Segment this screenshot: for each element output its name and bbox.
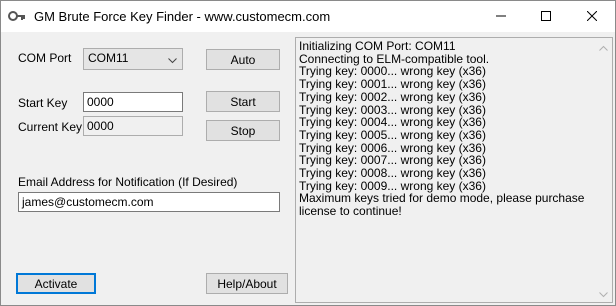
log-line: Trying key: 0005... wrong key (x36)	[299, 127, 486, 142]
log-line: Trying key: 0002... wrong key (x36)	[299, 89, 486, 104]
help-about-button[interactable]: Help/About	[206, 273, 288, 294]
minimize-icon	[496, 10, 506, 24]
email-input[interactable]: james@customecm.com	[18, 192, 280, 212]
log-output[interactable]: Initializing COM Port: COM11 Connecting …	[295, 37, 613, 303]
current-key-field: 0000	[83, 116, 183, 136]
close-button[interactable]	[569, 1, 615, 32]
log-line: Initializing COM Port: COM11	[299, 39, 456, 53]
maximize-button[interactable]	[523, 1, 569, 32]
chevron-down-icon	[599, 287, 608, 301]
log-text: Initializing COM Port: COM11 Connecting …	[299, 40, 589, 218]
window-title: GM Brute Force Key Finder - www.customec…	[34, 9, 331, 24]
com-port-value: COM11	[88, 51, 129, 65]
stop-button[interactable]: Stop	[206, 120, 280, 141]
start-key-input[interactable]: 0000	[83, 92, 183, 112]
log-scrollbar[interactable]	[595, 38, 612, 302]
close-icon	[586, 10, 598, 24]
log-line: Trying key: 0001... wrong key (x36)	[299, 77, 486, 92]
com-port-label: COM Port	[18, 51, 72, 65]
email-label: Email Address for Notification (If Desir…	[18, 175, 238, 189]
current-key-label: Current Key	[18, 120, 83, 134]
chevron-down-icon	[168, 53, 177, 67]
log-line: Maximum keys tried for demo mode, please…	[299, 191, 585, 219]
com-port-select[interactable]: COM11	[83, 48, 183, 70]
minimize-button[interactable]	[478, 1, 524, 32]
activate-button[interactable]: Activate	[16, 273, 96, 294]
chevron-up-icon	[599, 40, 608, 54]
scroll-up-button[interactable]	[595, 38, 612, 55]
start-key-label: Start Key	[18, 96, 68, 110]
start-button[interactable]: Start	[206, 91, 280, 112]
title-bar[interactable]: GM Brute Force Key Finder - www.customec…	[1, 1, 615, 32]
log-line: Trying key: 0008... wrong key (x36)	[299, 166, 486, 181]
maximize-icon	[541, 10, 551, 24]
auto-button[interactable]: Auto	[206, 49, 280, 70]
app-window: GM Brute Force Key Finder - www.customec…	[0, 0, 616, 306]
scroll-down-button[interactable]	[595, 285, 612, 302]
key-icon	[8, 8, 26, 24]
